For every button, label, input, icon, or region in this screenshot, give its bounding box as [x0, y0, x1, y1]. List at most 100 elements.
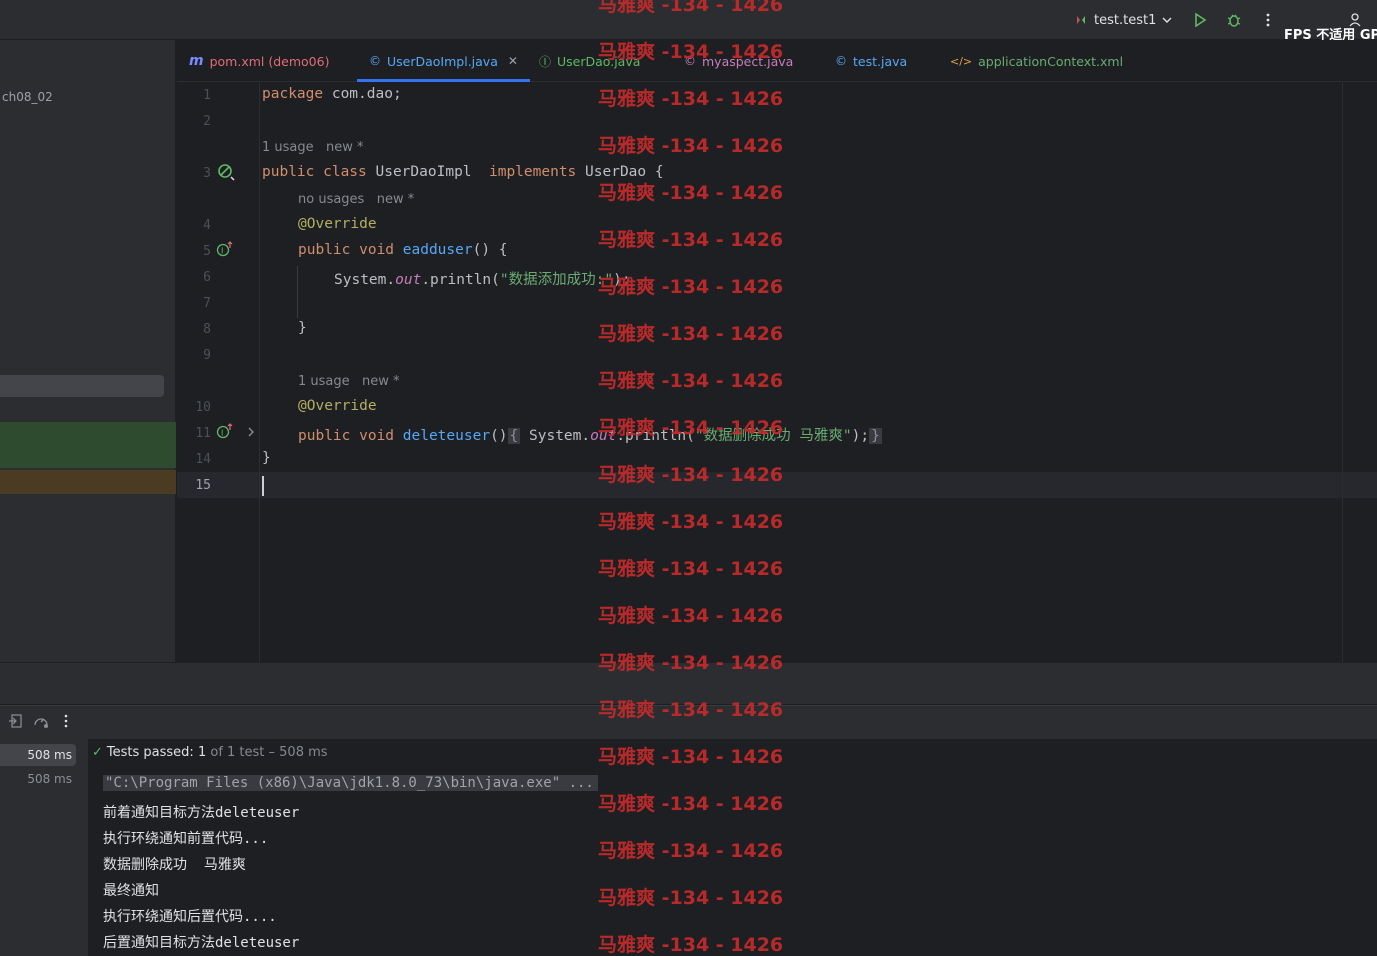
- line-number: 14: [195, 452, 211, 467]
- console-line[interactable]: "C:\Program Files (x86)\Java\jdk1.8.0_73…: [103, 775, 598, 791]
- run-toolbar: [0, 705, 1377, 739]
- gutter-divider: [259, 83, 260, 662]
- code-text: );: [851, 428, 870, 444]
- code-text: () {: [472, 242, 508, 258]
- class-icon: ©: [835, 54, 847, 68]
- line-number: 4: [203, 218, 211, 233]
- line-number: 8: [203, 322, 211, 337]
- usage-hint[interactable]: no usages new *: [298, 192, 414, 207]
- right-margin-line: [1342, 83, 1343, 662]
- project-tree-highlight-modified: [0, 470, 176, 494]
- import-tests-icon[interactable]: [8, 714, 22, 732]
- code-text: .println(: [421, 272, 500, 288]
- svg-text:I: I: [221, 247, 223, 256]
- test-duration-selected[interactable]: 508 ms: [0, 744, 76, 766]
- tab-label: applicationContext.xml: [978, 53, 1124, 69]
- svg-text:I: I: [221, 429, 223, 438]
- code-line-1[interactable]: package com.dao;: [262, 86, 402, 102]
- static-field: out: [590, 428, 617, 444]
- tab-test[interactable]: © test.java: [835, 40, 907, 82]
- status-prefix: Tests passed:: [106, 745, 198, 760]
- title-bar: test.test1 FPS 不适用 GP: [0, 0, 1377, 43]
- editor-tabs: m pom.xml (demo06) © UserDaoImpl.java ✕ …: [177, 40, 1377, 82]
- code-line-10[interactable]: @Override: [298, 398, 377, 414]
- line-number: 1: [203, 88, 211, 103]
- xml-icon: </>: [950, 54, 973, 68]
- test-history-icon[interactable]: [33, 714, 49, 732]
- run-icon[interactable]: [1190, 10, 1210, 30]
- method-name: deleteuser: [402, 428, 491, 444]
- line-number: 2: [203, 114, 211, 129]
- code-line-11[interactable]: public void deleteuser(){ System.out.pri…: [298, 424, 882, 445]
- indent-guide: [297, 266, 298, 318]
- line-number: 10: [195, 400, 211, 415]
- test-duration[interactable]: 508 ms: [0, 772, 72, 786]
- more-options-icon[interactable]: [64, 714, 68, 732]
- line-number: 5: [203, 244, 211, 259]
- console-line: 后置通知目标方法deleteuser: [103, 935, 300, 951]
- project-tree-selection[interactable]: [0, 375, 164, 397]
- implements-method-icon[interactable]: I: [216, 423, 234, 442]
- status-detail: of 1 test – 508 ms: [206, 745, 328, 760]
- string-literal: "数据添加成功:": [499, 272, 614, 288]
- console-line: 最终通知: [103, 883, 159, 899]
- code-line-4[interactable]: @Override: [298, 216, 377, 232]
- usage-hint[interactable]: 1 usage new *: [298, 374, 400, 389]
- tab-userdao[interactable]: Ⓘ UserDao.java: [539, 40, 640, 82]
- keyword: public void: [298, 428, 395, 444]
- usage-hint[interactable]: 1 usage new *: [262, 140, 364, 155]
- fold-chevron-icon[interactable]: [247, 426, 255, 441]
- tab-label: myaspect.java: [702, 53, 794, 69]
- chevron-down-icon: [1162, 17, 1172, 23]
- debug-icon[interactable]: [1224, 10, 1244, 30]
- code-line-5[interactable]: public void eadduser() {: [298, 242, 508, 258]
- console-line: 前着通知目标方法deleteuser: [103, 805, 300, 821]
- text-caret: [262, 476, 264, 496]
- close-icon[interactable]: ✕: [508, 54, 518, 68]
- tab-userdaoimpl[interactable]: © UserDaoImpl.java ✕: [357, 40, 530, 82]
- folded-region[interactable]: {: [507, 428, 521, 444]
- code-text: com.dao;: [323, 86, 402, 102]
- folded-region[interactable]: }: [869, 428, 882, 444]
- tab-myaspect[interactable]: © myaspect.java: [684, 40, 793, 82]
- status-count: 1: [197, 745, 207, 760]
- project-tree-highlight: [0, 422, 176, 468]
- class-icon: ©: [369, 54, 381, 68]
- code-line-3[interactable]: public class UserDaoImpl implements User…: [262, 164, 664, 180]
- line-number: 6: [203, 270, 211, 285]
- code-line-14[interactable]: }: [262, 450, 271, 466]
- keyword: implements: [488, 164, 577, 180]
- line-number: 7: [203, 296, 211, 311]
- line-number: 11: [195, 426, 211, 441]
- tests-status: ✓ Tests passed: 1 of 1 test – 508 ms: [92, 745, 328, 760]
- tab-label: UserDaoImpl.java: [387, 53, 498, 69]
- line-number: 3: [203, 166, 211, 181]
- code-line-6[interactable]: System.out.println("数据添加成功:");: [334, 268, 631, 289]
- console-line: 执行环绕通知后置代码....: [103, 909, 277, 925]
- implements-method-icon[interactable]: I: [216, 241, 234, 260]
- more-options-icon[interactable]: [1258, 10, 1278, 30]
- no-bean-icon[interactable]: [217, 163, 235, 184]
- project-panel: ch08_02: [0, 40, 176, 662]
- interface-icon: Ⓘ: [539, 54, 552, 69]
- tab-label: pom.xml (demo06): [209, 53, 330, 69]
- console-output[interactable]: [88, 739, 1377, 956]
- line-number: 9: [203, 348, 211, 363]
- run-config-selector[interactable]: test.test1: [1074, 10, 1172, 30]
- current-line-highlight: [177, 472, 1377, 498]
- tab-application-context[interactable]: </> applicationContext.xml: [950, 40, 1123, 82]
- project-tree-item[interactable]: ch08_02: [2, 90, 53, 104]
- keyword: package: [262, 86, 324, 102]
- code-text: UserDao {: [576, 164, 664, 180]
- class-icon: ©: [684, 54, 696, 68]
- maven-icon: m: [189, 53, 204, 69]
- code-line-8[interactable]: }: [298, 320, 307, 336]
- code-text: System.: [334, 272, 396, 288]
- run-config-label: test.test1: [1094, 12, 1157, 28]
- tool-window-header: [0, 662, 1377, 704]
- console-line: 数据删除成功 马雅爽: [103, 857, 246, 873]
- code-text: (): [490, 428, 508, 444]
- keyword: public void: [298, 242, 395, 258]
- tab-pom-xml[interactable]: m pom.xml (demo06): [189, 40, 329, 82]
- string-literal: "数据删除成功 马雅爽": [694, 428, 852, 444]
